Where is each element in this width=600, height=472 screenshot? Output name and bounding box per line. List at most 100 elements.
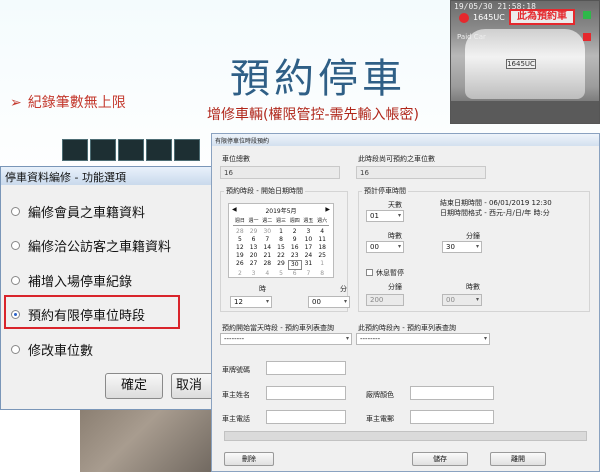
rest-checkbox[interactable] <box>366 269 373 276</box>
rest-hours-select[interactable]: 00 ▾ <box>442 294 482 306</box>
dropdown-arrow-icon: ▾ <box>265 298 269 305</box>
calendar-day[interactable]: 4 <box>260 270 274 278</box>
delete-button[interactable]: 刪除 <box>224 452 274 466</box>
phone-input[interactable] <box>266 410 346 424</box>
start-hour-value: 12 <box>234 298 243 306</box>
layout-12-icon[interactable] <box>174 139 200 161</box>
hours-select[interactable]: 00 ▾ <box>366 241 404 253</box>
calendar-day[interactable]: 2 <box>233 270 247 278</box>
calendar-day[interactable]: 16 <box>288 244 302 252</box>
plate-input[interactable] <box>266 361 346 375</box>
calendar-day[interactable]: 27 <box>247 260 261 270</box>
calendar-day[interactable]: 11 <box>315 236 329 244</box>
calendar-day[interactable]: 13 <box>247 244 261 252</box>
start-group-label: 預約時段 - 開始日期時間 <box>224 186 305 196</box>
calendar-day[interactable]: 5 <box>233 236 247 244</box>
layout-1-icon[interactable] <box>62 139 88 161</box>
dropdown-arrow-icon: ▾ <box>343 298 347 305</box>
calendar-day[interactable]: 28 <box>260 260 274 270</box>
option-edit-visitor[interactable]: 編修洽公訪客之車籍資料 <box>11 236 171 255</box>
option-edit-spaces[interactable]: 修改車位數 <box>11 340 93 359</box>
calendar-day[interactable]: 29 <box>247 228 261 236</box>
option-label: 修改車位數 <box>28 344 94 359</box>
floor-photo <box>80 410 220 472</box>
calendar-day[interactable]: 24 <box>302 252 316 260</box>
calendar-day[interactable]: 10 <box>302 236 316 244</box>
calendar-day[interactable]: 6 <box>288 270 302 278</box>
calendar-day[interactable]: 12 <box>233 244 247 252</box>
owner-input[interactable] <box>266 386 346 400</box>
hours-value: 00 <box>370 243 379 251</box>
calendar-day[interactable]: 26 <box>233 260 247 270</box>
slide-bullet: ➢ 紀錄筆數無上限 <box>10 92 126 112</box>
thumbnail-strip <box>62 139 200 161</box>
radio-icon[interactable] <box>11 345 20 354</box>
calendar-day[interactable]: 23 <box>288 252 302 260</box>
dropdown-arrow-icon: ▾ <box>397 243 401 250</box>
email-input[interactable] <box>410 410 494 424</box>
calendar-weekday: 週六 <box>315 218 329 226</box>
dropdown-arrow-icon: ▾ <box>483 335 487 342</box>
calendar-day[interactable]: 2 <box>288 228 302 236</box>
calendar-day[interactable]: 15 <box>274 244 288 252</box>
calendar-day[interactable]: 14 <box>260 244 274 252</box>
layout-6-icon[interactable] <box>118 139 144 161</box>
calendar-day[interactable]: 1 <box>315 260 329 270</box>
calendar-day[interactable]: 30 <box>260 228 274 236</box>
calendar-day[interactable]: 3 <box>302 228 316 236</box>
radio-icon[interactable] <box>11 207 20 216</box>
slide-title: 預約停車 <box>230 56 406 102</box>
calendar-day[interactable]: 5 <box>274 270 288 278</box>
calendar-day[interactable]: 3 <box>247 270 261 278</box>
calendar-day[interactable]: 21 <box>260 252 274 260</box>
email-label: 車主電郵 <box>366 415 394 423</box>
calendar-day[interactable]: 1 <box>274 228 288 236</box>
save-button[interactable]: 儲存 <box>412 452 468 466</box>
calendar-day[interactable]: 6 <box>247 236 261 244</box>
ok-button[interactable]: 確定 <box>105 373 163 399</box>
car-plate: 1645UC <box>506 59 536 69</box>
calendar-day[interactable]: 8 <box>315 270 329 278</box>
rest-mins-value: 200 <box>370 296 384 304</box>
slide-subtitle: 增修車輛(權限管控-需先輸入帳密) <box>207 107 419 123</box>
reservation-dialog: 有限停車位時段預約 車位總數 16 此時段尚可預約之車位數 16 預約時段 - … <box>211 133 600 472</box>
calendar-day[interactable]: 29 <box>274 260 288 270</box>
radio-icon[interactable] <box>11 276 20 285</box>
option-edit-member[interactable]: 編修會員之車籍資料 <box>11 202 145 221</box>
layout-4-icon[interactable] <box>90 139 116 161</box>
calendar-day[interactable]: 20 <box>247 252 261 260</box>
mins-select[interactable]: 30 ▾ <box>442 241 482 253</box>
calendar-day[interactable]: 19 <box>233 252 247 260</box>
calendar-day[interactable]: 22 <box>274 252 288 260</box>
calendar-day[interactable]: 9 <box>288 236 302 244</box>
calendar-day[interactable]: 18 <box>315 244 329 252</box>
calendar-day[interactable]: 17 <box>302 244 316 252</box>
start-minute-select[interactable]: 00 ▾ <box>308 296 350 308</box>
exit-button[interactable]: 離開 <box>490 452 546 466</box>
query-range-select[interactable]: -------- ▾ <box>356 333 490 345</box>
days-value: 01 <box>370 212 379 220</box>
query-start-select[interactable]: -------- ▾ <box>220 333 352 345</box>
color-input[interactable] <box>410 386 494 400</box>
option-add-entry[interactable]: 補增入場停車紀錄 <box>11 271 132 290</box>
calendar[interactable]: ◀ 2019年5月 ▶ 週日 週一 週二 週三 週四 週五 週六 28 29 30 1 2 3 4 5 6 7… <box>228 203 334 278</box>
calendar-day[interactable]: 7 <box>302 270 316 278</box>
calendar-day[interactable]: 4 <box>315 228 329 236</box>
calendar-day[interactable]: 25 <box>315 252 329 260</box>
calendar-day[interactable]: 8 <box>274 236 288 244</box>
radio-icon[interactable] <box>11 241 20 250</box>
camera-paid-text: Paid Car <box>457 33 486 41</box>
calendar-day[interactable]: 28 <box>233 228 247 236</box>
query-start-label: 預約開始當天時段 - 預約車列表查詢 <box>222 324 334 332</box>
calendar-day[interactable]: 7 <box>260 236 274 244</box>
calendar-day[interactable]: 30 <box>287 260 302 270</box>
days-select[interactable]: 01 ▾ <box>366 210 404 222</box>
calendar-days[interactable]: 28 29 30 1 2 3 4 5 6 7 8 9 10 11 12 13 14 15 16 17 18 19 20 21 2… <box>233 228 329 278</box>
calendar-prev-icon[interactable]: ◀ <box>232 206 237 213</box>
rest-mins-select[interactable]: 200 <box>366 294 404 306</box>
calendar-day[interactable]: 31 <box>302 260 316 270</box>
layout-9-icon[interactable] <box>146 139 172 161</box>
calendar-weekday: 週一 <box>246 218 261 226</box>
calendar-next-icon[interactable]: ▶ <box>325 206 330 213</box>
start-hour-select[interactable]: 12 ▾ <box>230 296 272 308</box>
